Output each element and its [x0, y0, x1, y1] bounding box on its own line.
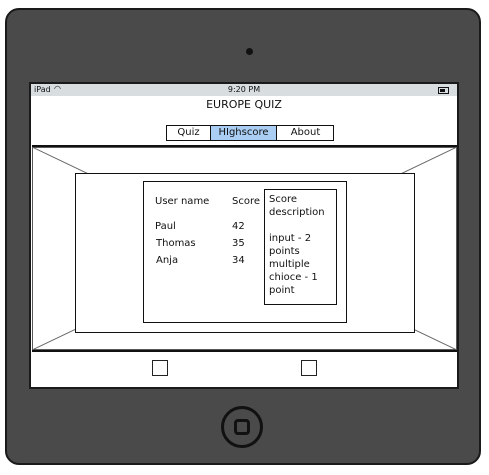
- tab-bar-button-right[interactable]: [301, 360, 317, 376]
- tab-about[interactable]: About: [277, 126, 334, 140]
- segmented-tabs: Quiz HIghscore About: [166, 125, 334, 141]
- row-score: 42: [232, 221, 245, 232]
- desc-line: chioce - 1: [269, 272, 318, 283]
- desc-line: points: [269, 246, 300, 257]
- highscore-panel: User name Score Paul 42 Thomas 35 Anja 3…: [75, 173, 415, 333]
- row-score: 35: [232, 238, 245, 249]
- tab-quiz[interactable]: Quiz: [167, 126, 211, 140]
- app-title: EUROPE QUIZ: [206, 98, 282, 111]
- tab-bar-button-left[interactable]: [152, 360, 168, 376]
- row-name: Thomas: [156, 238, 196, 249]
- header-user-name: User name: [155, 196, 210, 207]
- status-bar: iPad ◠ 9:20 PM: [31, 84, 457, 96]
- desc-line: multiple: [269, 259, 310, 270]
- desc-line: Score: [269, 194, 298, 205]
- row-name: Anja: [156, 255, 179, 266]
- highscore-card: User name Score Paul 42 Thomas 35 Anja 3…: [143, 181, 347, 323]
- screen: iPad ◠ 9:20 PM EUROPE QUIZ Quiz HIghscor…: [29, 82, 459, 389]
- desc-line: [269, 219, 332, 232]
- score-description-box: Score description input - 2 points multi…: [264, 189, 337, 305]
- desc-line: description: [269, 207, 325, 218]
- camera-dot: [246, 48, 253, 55]
- content-area: User name Score Paul 42 Thomas 35 Anja 3…: [32, 145, 457, 352]
- tab-highscore[interactable]: HIghscore: [211, 126, 277, 140]
- desc-line: point: [269, 285, 295, 296]
- bottom-tab-bar: [31, 354, 457, 387]
- home-button[interactable]: [221, 406, 263, 448]
- battery-icon: [438, 87, 449, 94]
- header-score: Score: [232, 196, 261, 207]
- desc-line: input - 2: [269, 233, 312, 244]
- row-name: Paul: [155, 221, 176, 232]
- row-score: 34: [232, 255, 245, 266]
- home-square-icon: [234, 419, 250, 435]
- status-time: 9:20 PM: [227, 85, 261, 94]
